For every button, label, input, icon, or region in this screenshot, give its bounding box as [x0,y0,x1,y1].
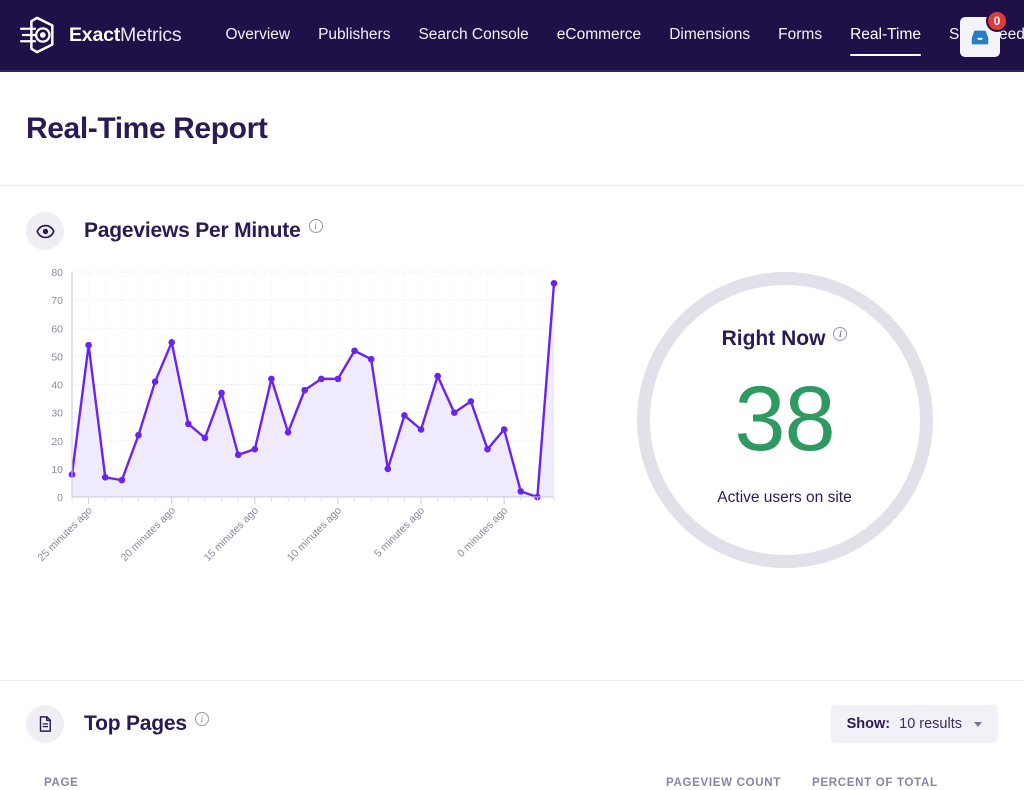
top-pages-table-header: PAGE PAGEVIEW COUNT PERCENT OF TOTAL [26,777,998,790]
svg-text:30: 30 [51,408,63,420]
brand-name-bold: Exact [69,23,121,46]
top-pages-title-row: Top Pages i [84,712,209,736]
svg-text:20 minutes ago: 20 minutes ago [119,505,178,564]
pageviews-card-header: Pageviews Per Minute i [26,186,998,250]
show-results-value: 10 results [899,716,962,732]
nav-item-publishers[interactable]: Publishers [304,12,404,58]
svg-text:0 minutes ago: 0 minutes ago [455,505,510,560]
svg-text:10: 10 [51,464,63,476]
svg-text:40: 40 [51,380,63,392]
top-pages-title-group: Top Pages i [26,705,209,743]
right-now-value: 38 [734,368,835,470]
pageviews-title-row: Pageviews Per Minute i [84,219,323,243]
realtime-chart-row: 0 10 20 30 40 50 60 70 80 25 minutes ago 20 minute… [26,250,998,680]
pageviews-chart: 0 10 20 30 40 50 60 70 80 25 minutes ago 20 minute… [26,250,571,599]
svg-text:20: 20 [51,436,63,448]
right-now-title-row: Right Now i [722,327,848,351]
notifications: 0 [960,10,1008,59]
pageviews-per-minute-section: Pageviews Per Minute i 0 10 20 30 40 50 60 70 80… [0,186,1024,680]
exactmetrics-hex-logo-icon [19,16,54,54]
nav-item-search-console[interactable]: Search Console [404,12,542,58]
pageviews-icon-circle [26,212,64,250]
nav-item-overview[interactable]: Overview [211,12,304,58]
svg-text:10 minutes ago: 10 minutes ago [285,505,344,564]
top-pages-info-icon[interactable]: i [194,712,209,726]
brand-wordmark: ExactMetrics [69,23,182,47]
svg-text:15 minutes ago: 15 minutes ago [202,505,261,564]
chevron-down-icon [974,721,982,727]
nav-item-real-time[interactable]: Real-Time [836,12,935,58]
show-results-label: Show: [846,716,891,732]
eye-icon [35,224,55,238]
top-pages-section: Top Pages i Show: 10 results PAGE PAGEVI… [0,681,1024,790]
document-icon [39,716,51,732]
pageviews-info-icon[interactable]: i [308,219,323,233]
top-navigation-bar: ExactMetrics Overview Publishers Search … [0,0,1024,72]
column-header-percent-of-total[interactable]: PERCENT OF TOTAL [812,777,972,789]
brand-name-light: Metrics [120,23,182,46]
pageviews-card-title: Pageviews Per Minute [84,219,301,242]
top-pages-icon-circle [26,705,64,743]
brand-logo-link[interactable]: ExactMetrics [18,15,182,55]
svg-text:50: 50 [51,351,63,363]
pageviews-line-chart: 0 10 20 30 40 50 60 70 80 25 minutes ago 20 minute… [35,267,558,564]
right-now-subtitle: Active users on site [717,489,852,506]
main-nav: Overview Publishers Search Console eComm… [211,12,1024,58]
svg-text:60: 60 [51,323,63,335]
notification-badge: 0 [986,10,1008,32]
column-header-pageview-count[interactable]: PAGEVIEW COUNT [666,777,812,789]
svg-text:5 minutes ago: 5 minutes ago [372,505,427,560]
svg-text:0: 0 [57,492,63,504]
right-now-title: Right Now [721,327,826,350]
svg-text:25 minutes ago: 25 minutes ago [35,505,94,564]
right-now-info-icon[interactable]: i [833,327,848,341]
nav-item-dimensions[interactable]: Dimensions [655,12,764,58]
column-header-page[interactable]: PAGE [26,777,666,789]
svg-text:70: 70 [51,295,63,307]
top-pages-header: Top Pages i Show: 10 results [26,681,998,743]
svg-text:80: 80 [51,267,63,279]
inbox-tray-icon [971,30,989,45]
top-pages-card-title: Top Pages [84,712,187,735]
show-results-dropdown[interactable]: Show: 10 results [830,705,998,743]
page-title: Real-Time Report [26,112,268,145]
nav-item-ecommerce[interactable]: eCommerce [543,12,655,58]
right-now-gauge: Right Now i 38 Active users on site [636,272,933,568]
nav-item-forms[interactable]: Forms [764,12,836,58]
right-now-panel: Right Now i 38 Active users on site [571,250,998,568]
